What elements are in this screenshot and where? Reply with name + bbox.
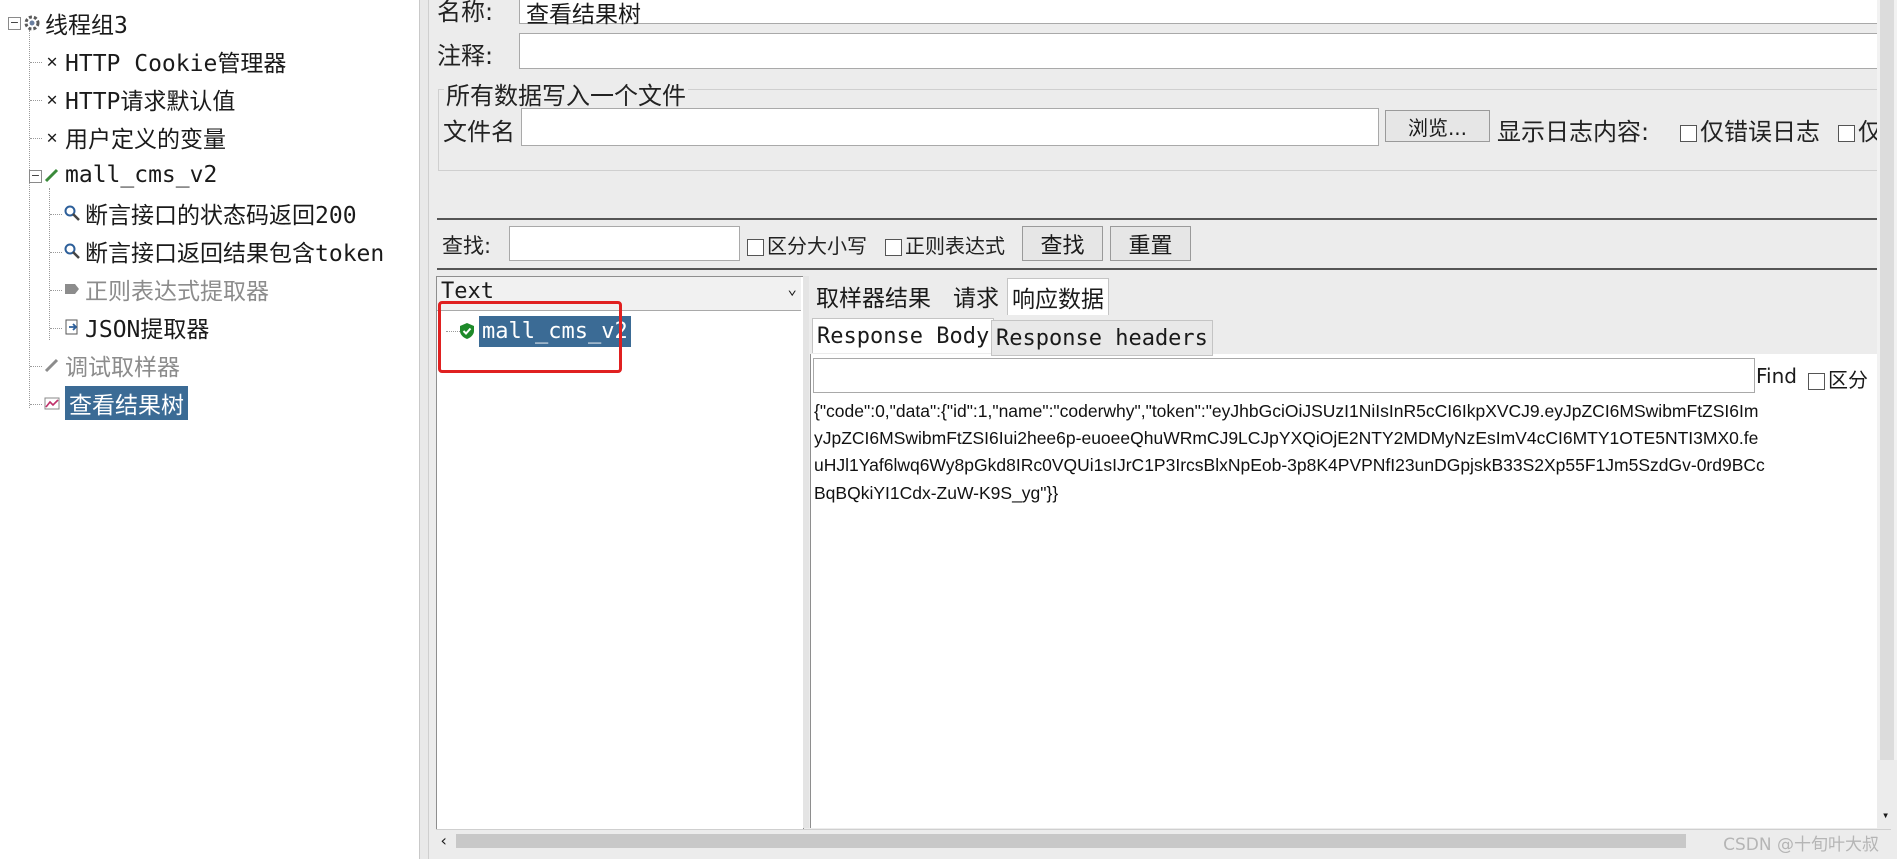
chevron-left-icon[interactable]: ‹ [439, 831, 449, 850]
response-find-label: Find [1756, 364, 1797, 388]
tree-node-mall-cms-sampler[interactable]: mall_cms_v2 [42, 158, 217, 192]
tree-guide-line [50, 252, 62, 253]
find-button[interactable]: 查找 [1022, 226, 1103, 261]
checkbox-icon [885, 239, 902, 256]
response-body-line: BqBQkiYI1Cdx-ZuW-K9S_yg"}} [814, 483, 1059, 503]
response-body-line: uHJl1Yaf6lwq6Wy8pGkd8IRc0VQUi1sIJrC1P3Ir… [814, 455, 1765, 475]
collapse-icon[interactable]: − [29, 170, 42, 183]
tree-guide-line [50, 290, 62, 291]
wrench-icon: ✕ [46, 50, 58, 72]
tree-node-label: 断言接口的状态码返回200 [85, 203, 357, 229]
tree-node-label: JSON提取器 [85, 317, 210, 343]
pipette-icon [42, 165, 62, 185]
checkbox-icon [1680, 124, 1697, 142]
tree-guide-line [49, 188, 50, 340]
subtab-response-headers[interactable]: Response headers [991, 320, 1213, 356]
chevron-down-icon: ⌄ [787, 279, 797, 298]
comment-input[interactable] [519, 33, 1885, 69]
tree-node-label: HTTP Cookie管理器 [65, 51, 287, 77]
tree-guide-line [30, 138, 42, 139]
tree-node-label: mall_cms_v2 [65, 162, 218, 188]
errors-only-checkbox[interactable]: 仅错误日志 [1680, 112, 1820, 147]
response-find-case-checkbox[interactable]: 区分 [1808, 364, 1868, 393]
panel-splitter[interactable] [420, 0, 429, 859]
tab-response-data[interactable]: 响应数据 [1007, 278, 1109, 315]
pane-splitter[interactable] [803, 276, 809, 828]
wrench-icon: ✕ [46, 88, 58, 110]
tree-node-json-extractor[interactable]: JSON提取器 [62, 310, 209, 344]
tree-guide-line [30, 62, 42, 63]
browse-button[interactable]: 浏览... [1385, 110, 1490, 142]
collapse-icon[interactable]: − [8, 17, 21, 30]
tree-node-user-variables[interactable]: ✕ 用户定义的变量 [42, 120, 226, 154]
filename-input[interactable] [521, 108, 1379, 146]
tab-request[interactable]: 请求 [949, 278, 1003, 314]
tree-node-regex-extractor[interactable]: 正则表达式提取器 [62, 272, 269, 306]
log-content-label: 显示日志内容: [1497, 118, 1650, 146]
magnifier-icon [62, 203, 82, 223]
tree-node-results-tree[interactable]: 查看结果树 [42, 386, 188, 420]
tree-node-label: 断言接口返回结果包含token [85, 241, 385, 267]
response-find-input[interactable] [813, 358, 1755, 393]
search-label: 查找: [442, 234, 492, 258]
subtab-response-body[interactable]: Response Body [812, 318, 995, 353]
comment-label: 注释: [437, 42, 494, 70]
divider [437, 268, 1889, 270]
tree-node-label: 用户定义的变量 [65, 127, 226, 153]
file-group-title: 所有数据写入一个文件 [444, 76, 688, 111]
tree-node-debug-sampler[interactable]: 调试取样器 [42, 348, 180, 382]
tree-node-cookie-manager[interactable]: ✕ HTTP Cookie管理器 [42, 44, 287, 78]
tree-node-status-assertion[interactable]: 断言接口的状态码返回200 [62, 196, 357, 230]
magnifier-icon [62, 241, 82, 261]
tree-guide-line [30, 404, 42, 405]
horizontal-scrollbar[interactable]: ‹ [436, 829, 1891, 852]
response-body-line: yJpZCI6MSwibmFtZSI6Iui2hee6p-euoeeQhuWRm… [814, 428, 1759, 448]
name-label: 名称: [437, 0, 494, 26]
checkbox-icon [1808, 373, 1825, 390]
watermark: CSDN @十旬叶大叔 [1723, 835, 1879, 855]
test-plan-tree: − 线程组3 ✕ HTTP Cookie管理器 ✕ HTTP请求默认值 ✕ 用户… [0, 0, 420, 859]
reset-button[interactable]: 重置 [1110, 226, 1191, 261]
highlight-annotation-box [438, 301, 622, 373]
gear-icon [22, 13, 42, 33]
tree-guide-line [50, 214, 62, 215]
graph-icon [42, 393, 62, 413]
response-body-line: {"code":0,"data":{"id":1,"name":"coderwh… [814, 401, 1759, 421]
tree-node-thread-group[interactable]: 线程组3 [22, 6, 128, 40]
chevron-down-icon[interactable]: ▾ [1882, 808, 1889, 822]
tree-node-label-selected: 查看结果树 [65, 386, 188, 420]
tree-node-label: 正则表达式提取器 [85, 279, 269, 305]
pipette-icon [42, 355, 62, 375]
tag-icon [62, 279, 82, 299]
tree-node-label: 调试取样器 [65, 355, 180, 381]
tree-guide-line [50, 328, 62, 329]
regex-label: 正则表达式 [905, 234, 1005, 258]
tree-guide-line [30, 100, 42, 101]
case-sensitive-checkbox[interactable]: 区分大小写 [747, 230, 867, 259]
case-sensitive-label: 区分大小写 [767, 234, 867, 258]
tree-node-token-assertion[interactable]: 断言接口返回结果包含token [62, 234, 384, 268]
response-find-case-label: 区分 [1828, 368, 1868, 392]
search-input[interactable] [509, 226, 740, 261]
success-only-checkbox[interactable]: 仅 [1838, 112, 1882, 147]
divider [437, 218, 1889, 220]
document-arrow-icon [62, 317, 82, 337]
checkbox-icon [747, 239, 764, 256]
scrollbar-thumb[interactable] [456, 834, 1686, 848]
tab-sampler-result[interactable]: 取样器结果 [812, 278, 935, 314]
scrollbar-thumb[interactable] [1880, 0, 1894, 760]
tree-node-label: 线程组3 [45, 13, 128, 39]
name-input[interactable]: 查看结果树 [519, 0, 1885, 28]
wrench-icon: ✕ [46, 126, 58, 148]
vertical-scrollbar[interactable]: ▾ [1877, 0, 1897, 814]
tree-node-http-defaults[interactable]: ✕ HTTP请求默认值 [42, 82, 236, 116]
regex-checkbox[interactable]: 正则表达式 [885, 230, 1005, 259]
errors-only-label: 仅错误日志 [1700, 118, 1820, 146]
filename-label: 文件名 [443, 118, 515, 146]
tree-node-label: HTTP请求默认值 [65, 89, 236, 115]
tree-guide-line [30, 366, 42, 367]
checkbox-icon [1838, 124, 1855, 142]
tree-guide-line [29, 30, 30, 408]
